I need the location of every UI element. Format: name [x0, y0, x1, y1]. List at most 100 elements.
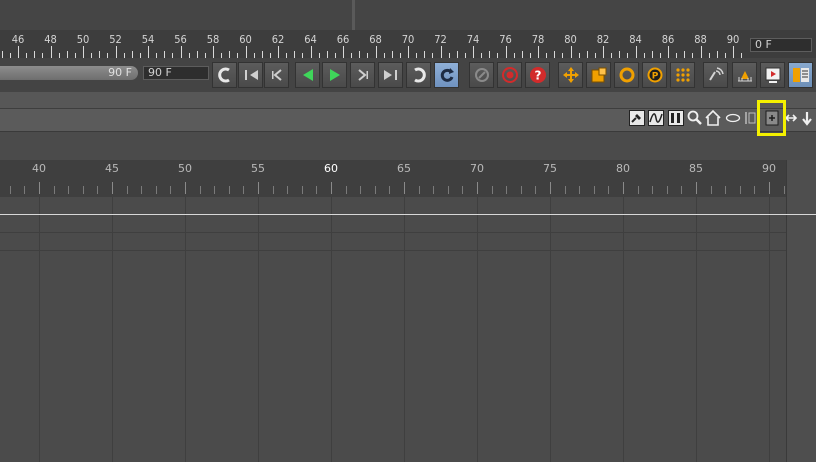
- ruler-tick: [424, 51, 426, 58]
- timeline-key-area[interactable]: [0, 196, 786, 462]
- timeline-tick: [39, 182, 40, 194]
- help-button[interactable]: ?: [525, 62, 550, 88]
- zoom-icon: [687, 110, 703, 130]
- timeline-tick: [739, 186, 741, 194]
- current-frame-field[interactable]: 0 F: [750, 38, 812, 52]
- timeline-gridline: [112, 196, 113, 462]
- ruler-tick: [83, 46, 84, 58]
- undo-jump-button[interactable]: [212, 62, 237, 88]
- pla-key-icon: [674, 66, 692, 84]
- timeline-frame-label: 70: [470, 162, 484, 175]
- ruler-tick: [456, 51, 458, 58]
- home-button[interactable]: [705, 109, 721, 130]
- play-forward-icon: [326, 66, 344, 84]
- timeline-tick: [258, 182, 259, 194]
- record-keys-button[interactable]: [497, 62, 522, 88]
- autokey-disabled-icon: [473, 66, 491, 84]
- timeline-tick: [272, 186, 274, 194]
- timeline-tick: [550, 182, 551, 194]
- play-backwards-button[interactable]: [295, 62, 320, 88]
- autokey-disabled-button[interactable]: [469, 62, 494, 88]
- scroll-down-button[interactable]: [799, 111, 815, 129]
- timeline-tick: [287, 186, 289, 194]
- motion-system-button[interactable]: [732, 62, 757, 88]
- key-mode-button[interactable]: [629, 110, 645, 129]
- timeline-gridline: [39, 196, 40, 462]
- timeline-tick: [608, 186, 610, 194]
- ruler-tick: [115, 46, 117, 58]
- timeline-gridline: [331, 196, 332, 462]
- move-key-icon: [562, 66, 580, 84]
- timeline-button[interactable]: [788, 62, 813, 88]
- fcurve-mode-button[interactable]: [648, 110, 664, 130]
- ruler-tick: [99, 51, 101, 58]
- ruler-label: 50: [76, 33, 90, 46]
- ruler-label: 78: [531, 33, 545, 46]
- previous-key-button[interactable]: [264, 62, 289, 88]
- svg-text:?: ?: [534, 69, 541, 83]
- ruler-tick: [18, 46, 19, 58]
- play-forward-button[interactable]: [322, 62, 347, 88]
- sound-button[interactable]: [703, 62, 728, 88]
- end-frame-field[interactable]: 90 F: [143, 66, 209, 80]
- timeline-tick: [477, 182, 478, 194]
- ruler-tick: [164, 51, 166, 58]
- ruler-tick: [505, 46, 507, 58]
- timeline-tick: [681, 186, 683, 194]
- ruler-label: 70: [401, 33, 415, 46]
- timeline-tick: [228, 186, 230, 194]
- highlight-annotation: [757, 100, 786, 136]
- ruler-tick: [603, 46, 604, 58]
- timeline-ruler[interactable]: 46 48 50 52 54 56 58 60 62 64 66 68 70 72 74 76 78 80 82 84…: [0, 30, 816, 58]
- next-key-button[interactable]: [350, 62, 375, 88]
- timeline-frame-label: 40: [32, 162, 46, 175]
- timeline-spacer: [0, 132, 816, 160]
- ruler-label: 76: [499, 33, 512, 46]
- viewport-divider[interactable]: [352, 0, 355, 30]
- timeline-tick: [404, 182, 405, 194]
- parameter-key-button[interactable]: P: [642, 62, 667, 88]
- end-frame-slider[interactable]: 90 F: [0, 66, 138, 80]
- loop-button[interactable]: [406, 62, 431, 88]
- go-to-end-button[interactable]: [378, 62, 403, 88]
- timeline-tick: [652, 186, 654, 194]
- home-icon: [705, 109, 721, 130]
- pla-key-button[interactable]: [670, 62, 695, 88]
- timeline-gridline: [477, 196, 478, 462]
- timeline-tick: [68, 186, 70, 194]
- viewport-area[interactable]: [0, 0, 816, 30]
- timeline-gridline: [550, 196, 551, 462]
- motion-mode-button[interactable]: [668, 110, 684, 129]
- loop-active-button[interactable]: [434, 62, 459, 88]
- record-keys-icon: [501, 66, 519, 84]
- timeline-tick: [593, 186, 595, 194]
- ruler-label: 84: [629, 33, 642, 46]
- go-to-start-button[interactable]: [238, 62, 263, 88]
- rotate-key-button[interactable]: [614, 62, 639, 88]
- ruler-tick: [229, 51, 231, 58]
- ruler-tick: [34, 51, 36, 58]
- timeline-tick: [433, 186, 435, 194]
- vertical-scrollbar[interactable]: [786, 160, 816, 462]
- timeline-gridline: [258, 196, 259, 462]
- ruler-tick: [619, 51, 621, 58]
- timeline-tick: [360, 186, 362, 194]
- go-to-end-icon: [382, 66, 400, 84]
- previous-key-icon: [268, 66, 286, 84]
- ruler-tick: [716, 51, 718, 58]
- move-key-button[interactable]: [558, 62, 583, 88]
- ruler-tick: [196, 51, 198, 58]
- scale-key-button[interactable]: [586, 62, 611, 88]
- timeline-tick: [579, 186, 581, 194]
- ruler-tick: [310, 46, 312, 58]
- ruler-label: 62: [271, 33, 285, 46]
- zoom-button[interactable]: [687, 110, 703, 130]
- timeline-tick: [462, 186, 464, 194]
- timeline-tick: [345, 186, 347, 194]
- frame-all-button[interactable]: [725, 111, 741, 129]
- ruler-label: 64: [304, 33, 317, 46]
- svg-text:P: P: [651, 72, 658, 82]
- timeline-tick: [243, 186, 245, 194]
- render-preview-button[interactable]: [760, 62, 785, 88]
- fcurve-mode-icon: [648, 110, 664, 130]
